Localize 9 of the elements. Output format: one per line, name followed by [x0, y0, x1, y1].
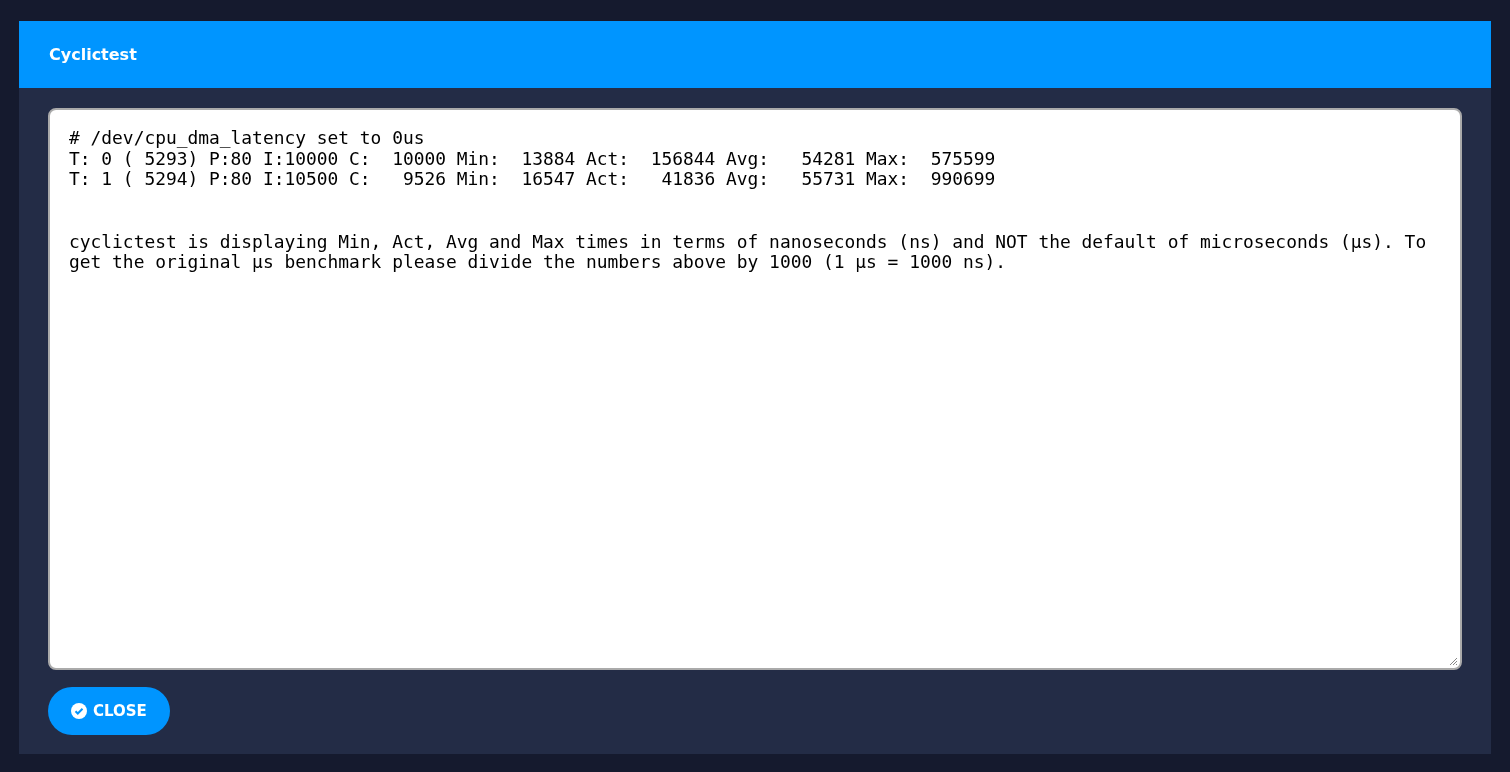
resize-grip-icon[interactable] [1449, 657, 1458, 666]
output-line: T: 1 ( 5294) P:80 I:10500 C: 9526 Min: 16547 Act: 41836 Avg: 55731 Max: 990699 [69, 169, 997, 190]
output-text-area[interactable] [48, 108, 1462, 670]
dialog-title: Cyclictest [49, 45, 137, 64]
output-note: cyclictest is displaying Min, Act, Avg and Max times in terms of nanoseconds (ns) and NOT the default of microseconds (µs). To get the original µs benchmark please divide the numbers above by 1000 (1 µs = 1000 ns). [69, 231, 1428, 273]
output-line: T: 0 ( 5293) P:80 I:10000 C: 10000 Min: 13884 Act: 156844 Avg: 54281 Max: 575599 [69, 148, 997, 169]
close-button[interactable]: CLOSE [48, 687, 170, 735]
output-line: # /dev/cpu_dma_latency set to 0us [69, 128, 426, 149]
check-circle-icon [71, 703, 87, 719]
